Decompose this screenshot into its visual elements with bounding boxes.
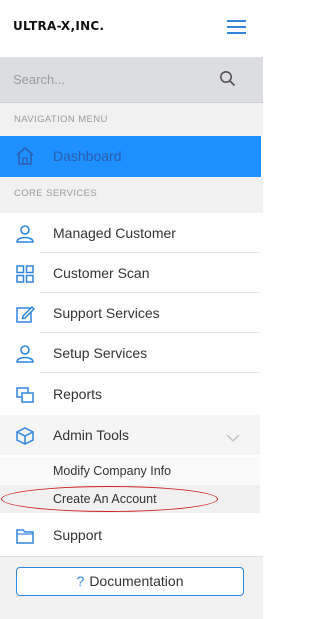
cube-icon xyxy=(15,426,35,446)
question-icon: ? xyxy=(76,573,85,589)
hamburger-menu-icon[interactable] xyxy=(227,19,246,35)
section-navigation-menu: NAVIGATION MENU xyxy=(0,103,263,136)
submenu-item-modify-company-info[interactable]: Modify Company Info xyxy=(0,457,260,485)
folder-icon xyxy=(15,526,35,546)
sidebar-item-support-services[interactable]: Support Services xyxy=(0,293,260,333)
annotation-ellipse xyxy=(1,486,218,512)
sidebar-item-label: Admin Tools xyxy=(53,427,130,443)
documentation-label: Documentation xyxy=(89,573,184,589)
reports-icon xyxy=(15,385,35,405)
search-icon[interactable] xyxy=(219,70,236,92)
sidebar-item-label: Setup Services xyxy=(53,345,148,361)
sidebar-item-setup-services[interactable]: Setup Services xyxy=(0,333,260,373)
home-icon xyxy=(15,146,35,171)
search-input[interactable] xyxy=(13,69,203,89)
sidebar-item-label: Managed Customer xyxy=(53,225,176,241)
sidebar-item-support[interactable]: Support xyxy=(0,515,260,555)
sidebar-footer: ? Documentation xyxy=(0,556,263,619)
sidebar-header: ULTRA-X,INC. xyxy=(0,0,263,58)
documentation-button[interactable]: ? Documentation xyxy=(16,567,244,596)
sidebar-item-label: Reports xyxy=(53,386,103,402)
sidebar-item-admin-tools[interactable]: Admin Tools xyxy=(0,415,260,455)
sidebar-item-managed-customer[interactable]: Managed Customer xyxy=(0,213,260,253)
chevron-down-icon[interactable] xyxy=(226,430,240,448)
grid-icon xyxy=(15,264,35,284)
sidebar-item-label: Support Services xyxy=(53,305,160,321)
submenu-item-label: Modify Company Info xyxy=(53,464,172,478)
user-icon xyxy=(15,344,35,364)
divider xyxy=(40,372,260,373)
sidebar-item-dashboard[interactable]: Dashboard xyxy=(0,136,261,177)
sidebar-item-label: Support xyxy=(53,527,103,543)
search-bar xyxy=(0,57,263,103)
sidebar-item-label: Dashboard xyxy=(53,148,122,164)
section-core-services: CORE SERVICES xyxy=(0,177,263,213)
edit-icon xyxy=(15,304,36,324)
user-icon xyxy=(15,224,35,244)
sidebar-item-customer-scan[interactable]: Customer Scan xyxy=(0,253,260,293)
brand-logo[interactable]: ULTRA-X,INC. xyxy=(13,19,104,33)
sidebar-item-label: Customer Scan xyxy=(53,265,150,281)
sidebar-item-reports[interactable]: Reports xyxy=(0,374,260,414)
